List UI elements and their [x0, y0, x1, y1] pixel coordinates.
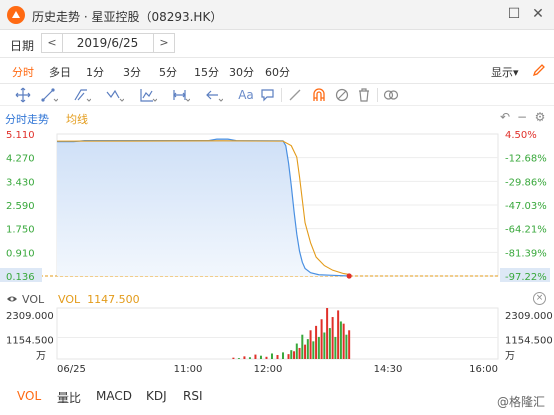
volume-bar [232, 357, 235, 359]
y-right-tick-label: 4.50% [505, 130, 537, 141]
volume-bar [276, 355, 279, 359]
volume-bar [334, 336, 337, 359]
indicator-tabs: VOL 量比 MACD KDJ RSI [0, 385, 554, 407]
y-right-tick-label: -47.03% [505, 201, 547, 212]
x-tick-label: 12:00 [254, 364, 283, 375]
volume-bar [270, 353, 273, 359]
tab-kdj[interactable]: KDJ [146, 389, 167, 403]
y-left-tick-label: 1.750 [6, 225, 35, 236]
y-left-tick-label: 2.590 [6, 201, 35, 212]
volume-bar [328, 328, 331, 359]
volume-bar [287, 354, 290, 359]
volume-bar [301, 334, 304, 359]
volume-plot-frame [56, 307, 499, 360]
vol-y-tick-label: 1154.500 [6, 336, 54, 347]
tab-macd[interactable]: MACD [96, 389, 132, 403]
volume-value: VOL 1147.500 [58, 293, 140, 306]
price-area [57, 139, 350, 276]
y-right-tick-label: -97.22% [505, 272, 547, 283]
volume-bar [342, 323, 345, 359]
volume-header: VOL VOL 1147.500 × [0, 290, 554, 308]
y-left-tick-label: 0.910 [6, 248, 35, 259]
volume-bar [320, 319, 323, 359]
volume-number: 1147.500 [87, 293, 140, 306]
volume-bar [348, 330, 351, 359]
vol-y-tick-label: 1154.500 [505, 336, 553, 347]
volume-bar [306, 339, 309, 359]
volume-grid [56, 307, 499, 360]
last-price-dot [346, 273, 352, 279]
volume-bar [259, 355, 262, 359]
volume-bar [293, 351, 296, 359]
volume-bar [315, 325, 318, 359]
volume-bar [337, 310, 340, 359]
volume-bar [254, 354, 257, 359]
volume-bar [339, 321, 342, 359]
volume-label: VOL [58, 293, 81, 306]
volume-bar [282, 352, 285, 359]
volume-bar [304, 344, 307, 359]
x-tick-label: 06/25 [57, 364, 86, 375]
volume-bar [312, 341, 315, 359]
volume-name: VOL [22, 293, 45, 306]
eye-icon[interactable] [6, 294, 18, 304]
volume-bar [331, 317, 334, 359]
watermark: @格隆汇 [497, 395, 546, 409]
volume-bars [232, 308, 351, 359]
volume-bar [345, 334, 348, 359]
volume-y-labels: 2309.000 1154.500 万 2309.000 1154.500 万 [6, 311, 553, 362]
chart-canvas[interactable]: 5.110 4.270 3.430 2.590 1.750 0.910 0.136 4.50%… [0, 0, 554, 415]
price-area-fill [57, 139, 350, 276]
y-right-tick-label: -81.39% [505, 248, 547, 259]
volume-bar [309, 330, 312, 359]
vol-unit-label: 万 [505, 351, 515, 362]
volume-bar [317, 336, 320, 359]
volume-bar [237, 358, 240, 359]
volume-bar [298, 347, 301, 359]
y-right-tick-label: -64.21% [505, 225, 547, 236]
y-right-tick-label: -29.86% [505, 177, 547, 188]
close-panel-icon[interactable]: × [533, 292, 546, 305]
volume-bar [248, 357, 251, 359]
volume-bar [326, 308, 329, 359]
vol-unit-label: 万 [36, 351, 46, 362]
x-tick-label: 14:30 [374, 364, 403, 375]
y-right-tick-label: -12.68% [505, 154, 547, 165]
volume-bar [265, 356, 268, 359]
volume-bar [323, 332, 326, 359]
y-left-tick-label: 0.136 [6, 272, 35, 283]
y-left-tick-label: 4.270 [6, 154, 35, 165]
tab-vol[interactable]: VOL [17, 389, 41, 403]
y-left-tick-label: 5.110 [6, 130, 35, 141]
vol-y-tick-label: 2309.000 [6, 311, 54, 322]
x-tick-label: 16:00 [469, 364, 498, 375]
y-left-tick-label: 3.430 [6, 177, 35, 188]
vol-y-tick-label: 2309.000 [505, 311, 553, 322]
volume-bar [243, 356, 246, 359]
x-axis-labels: 06/25 11:00 12:00 14:30 16:00 [57, 364, 498, 375]
volume-bar [290, 350, 293, 359]
tab-rsi[interactable]: RSI [183, 389, 203, 403]
tab-volume-ratio[interactable]: 量比 [57, 389, 81, 406]
x-tick-label: 11:00 [174, 364, 203, 375]
volume-bar [295, 343, 298, 359]
